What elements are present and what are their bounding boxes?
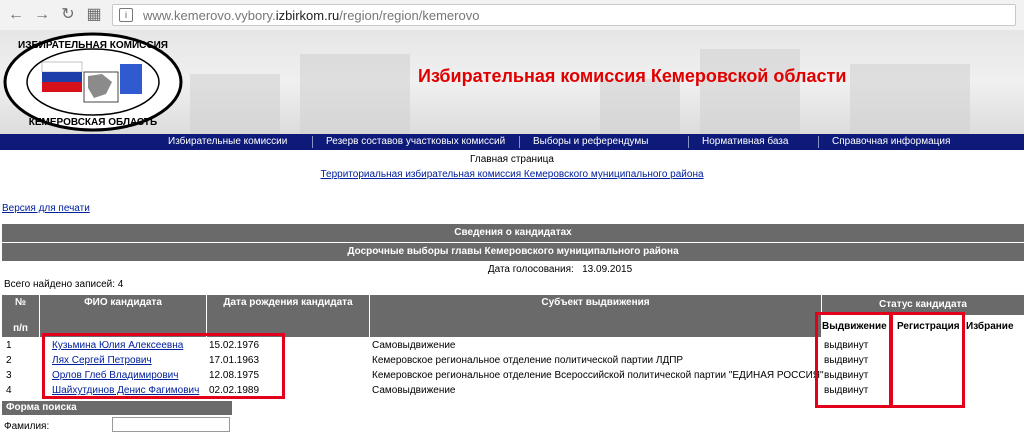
page-info-icon[interactable]: i — [119, 8, 133, 22]
menu-item-reference[interactable]: Справочная информация — [832, 136, 950, 147]
candidate-subject: Кемеровское региональное отделение полит… — [372, 355, 684, 366]
col-birth-header: Дата рождения кандидата — [207, 295, 369, 337]
col-subject-header: Субъект выдвижения — [370, 295, 821, 337]
vote-date-line: Дата голосования: 13.09.2015 — [487, 264, 633, 275]
breadcrumb-home: Главная страница — [470, 154, 554, 165]
section-title: Сведения о кандидатах — [2, 224, 1024, 242]
reload-icon[interactable]: ↻ — [58, 5, 78, 25]
highlight-nomination-box — [815, 312, 892, 408]
apps-grid-icon[interactable]: ▦ — [84, 5, 104, 25]
records-found: Всего найдено записей: 4 — [4, 279, 124, 290]
surname-input[interactable] — [112, 417, 230, 432]
col-num-header: № п/п — [2, 295, 39, 337]
commission-emblem-icon[interactable]: ИЗБИРАТЕЛЬНАЯ КОМИССИЯ КЕМЕРОВСКАЯ ОБЛАС… — [2, 32, 184, 132]
browser-toolbar: ← → ↻ ▦ i www.kemerovo.vybory.izbirkom.r… — [0, 0, 1024, 31]
vote-date: 13.09.2015 — [582, 264, 633, 275]
table-row-num: 1 — [6, 340, 12, 351]
site-banner: ИЗБИРАТЕЛЬНАЯ КОМИССИЯ КЕМЕРОВСКАЯ ОБЛАС… — [0, 30, 1024, 134]
logo-top-text: ИЗБИРАТЕЛЬНАЯ КОМИССИЯ — [18, 40, 168, 51]
surname-label: Фамилия: — [4, 421, 50, 432]
search-form-title: Форма поиска — [2, 401, 232, 415]
logo-bottom-text: КЕМЕРОВСКАЯ ОБЛАСТЬ — [29, 117, 157, 128]
election-title: Досрочные выборы главы Кемеровского муни… — [2, 243, 1024, 261]
url-text: www.kemerovo.vybory.izbirkom.ru/region/r… — [143, 8, 480, 23]
menu-item-regulations[interactable]: Нормативная база — [702, 136, 788, 147]
candidate-subject: Кемеровское региональное отделение Всеро… — [372, 370, 824, 381]
highlight-candidates-box — [42, 333, 285, 399]
table-row-num: 4 — [6, 385, 12, 396]
table-row-num: 3 — [6, 370, 12, 381]
address-bar[interactable]: i www.kemerovo.vybory.izbirkom.ru/region… — [112, 4, 1016, 26]
candidate-subject: Самовыдвижение — [372, 385, 456, 396]
table-row-num: 2 — [6, 355, 12, 366]
back-icon[interactable]: ← — [6, 5, 26, 25]
col-name-header: ФИО кандидата — [40, 295, 206, 337]
menu-item-reserve[interactable]: Резерв составов участковых комиссий — [326, 136, 505, 147]
menu-item-elections[interactable]: Выборы и референдумы — [533, 136, 648, 147]
breadcrumb-tik-link[interactable]: Территориальная избирательная комиссия К… — [0, 169, 1024, 180]
menu-item-commissions[interactable]: Избирательные комиссии — [168, 136, 287, 147]
forward-icon[interactable]: → — [32, 5, 52, 25]
page-title: Избирательная комиссия Кемеровской облас… — [418, 66, 847, 86]
highlight-registration-box — [890, 312, 965, 408]
candidate-subject: Самовыдвижение — [372, 340, 456, 351]
print-version-link[interactable]: Версия для печати — [2, 203, 90, 214]
main-menu: Избирательные комиссии Резерв составов у… — [0, 134, 1024, 150]
col-election-header: Избрание — [966, 316, 1024, 337]
